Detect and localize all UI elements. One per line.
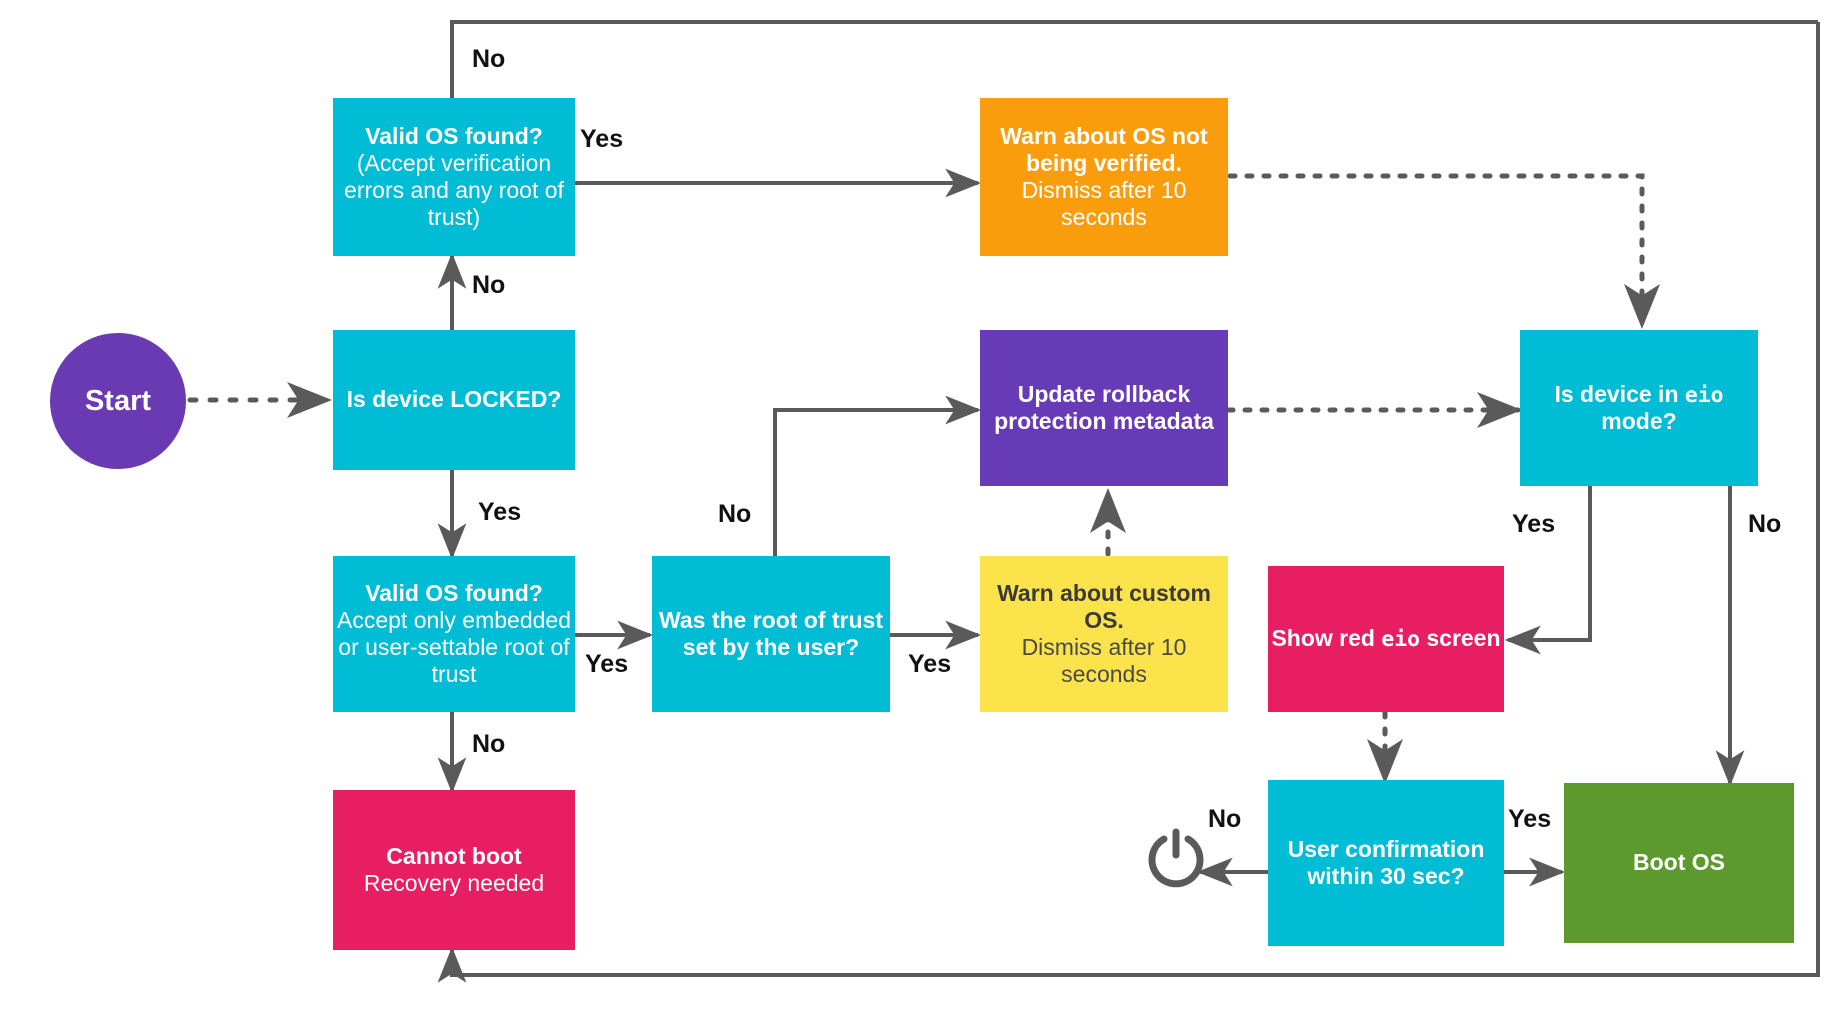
node-is-device-eio[interactable]: Is device in eio mode? [1520, 330, 1758, 486]
node-warn-custom-os-sub: Dismiss after 10 seconds [1021, 634, 1187, 688]
node-warn-not-verified-title: Warn about OS not being verified. [1000, 122, 1208, 176]
node-cannot-boot-sub: Recovery needed [363, 870, 545, 896]
edge-label-confirm-yes: Yes [1508, 805, 1552, 833]
edge-label-locked-no: No [472, 271, 506, 299]
node-valid-os-locked-title: Valid OS found? [365, 579, 543, 606]
node-update-rollback-title: Update rollback protection metadata [994, 380, 1214, 434]
edge-label-unlocked-valid-no: No [472, 45, 506, 73]
node-show-red-eio[interactable]: Show red eio screen [1268, 566, 1504, 712]
node-show-red-eio-mono: eio [1381, 627, 1420, 653]
node-warn-not-verified[interactable]: Warn about OS not being verified. Dismis… [980, 98, 1228, 256]
node-start-title: Start [84, 384, 152, 417]
flowchart-canvas: Start Valid OS found? (Accept verificati… [0, 0, 1838, 1028]
node-show-red-eio-suffix: screen [1419, 625, 1501, 652]
node-cannot-boot-title: Cannot boot [386, 842, 522, 869]
edge-eio-yes [1504, 485, 1592, 655]
node-is-device-locked-title: Is device LOCKED? [346, 386, 562, 413]
edge-label-rot-no: No [718, 500, 752, 528]
edge-rot-no [773, 395, 982, 565]
node-is-device-eio-title: Is device in eio mode? [1520, 381, 1758, 435]
node-root-of-trust-user-title: Was the root of trust set by the user? [658, 606, 884, 660]
node-user-confirmation-title: User confirmation within 30 sec? [1287, 835, 1485, 889]
node-is-device-eio-suffix: mode? [1601, 408, 1677, 435]
edge-label-locked-valid-yes: Yes [585, 650, 629, 678]
node-boot-os-title: Boot OS [1633, 849, 1725, 876]
node-boot-os[interactable]: Boot OS [1564, 783, 1794, 943]
node-user-confirmation[interactable]: User confirmation within 30 sec? [1268, 780, 1504, 946]
edge-label-locked-valid-no: No [472, 730, 506, 758]
edge-warn-verified-to-eio [1227, 173, 1660, 330]
power-icon [1143, 825, 1209, 891]
node-valid-os-unlocked-sub: (Accept verification errors and any root… [344, 149, 564, 231]
power-icon-svg [1148, 828, 1204, 888]
node-update-rollback[interactable]: Update rollback protection metadata [980, 330, 1228, 486]
node-show-red-eio-prefix: Show red [1271, 625, 1382, 652]
node-is-device-eio-mono: eio [1684, 382, 1724, 408]
node-valid-os-unlocked-title: Valid OS found? [365, 122, 543, 149]
edge-label-eio-no: No [1748, 510, 1782, 538]
node-warn-not-verified-sub: Dismiss after 10 seconds [1021, 177, 1187, 231]
node-warn-custom-os-title: Warn about custom OS. [997, 579, 1211, 633]
edge-label-unlocked-valid-yes: Yes [580, 125, 624, 153]
node-cannot-boot[interactable]: Cannot boot Recovery needed [333, 790, 575, 950]
node-root-of-trust-user[interactable]: Was the root of trust set by the user? [652, 556, 890, 712]
node-show-red-eio-title: Show red eio screen [1271, 625, 1500, 652]
node-valid-os-locked-sub: Accept only embedded or user-settable ro… [337, 606, 571, 688]
node-is-device-eio-prefix: Is device in [1554, 380, 1685, 407]
edge-label-rot-yes: Yes [908, 650, 952, 678]
flowchart-connectors [187, 20, 1820, 983]
node-is-device-locked[interactable]: Is device LOCKED? [333, 330, 575, 470]
edge-label-eio-yes: Yes [1512, 510, 1556, 538]
node-start[interactable]: Start [50, 333, 186, 469]
edge-label-confirm-no: No [1208, 805, 1242, 833]
edge-label-locked-yes: Yes [478, 498, 522, 526]
node-valid-os-unlocked[interactable]: Valid OS found? (Accept verification err… [333, 98, 575, 256]
edge-unlocked-valid-no [450, 20, 1818, 98]
node-valid-os-locked[interactable]: Valid OS found? Accept only embedded or … [333, 556, 575, 712]
node-warn-custom-os[interactable]: Warn about custom OS. Dismiss after 10 s… [980, 556, 1228, 712]
